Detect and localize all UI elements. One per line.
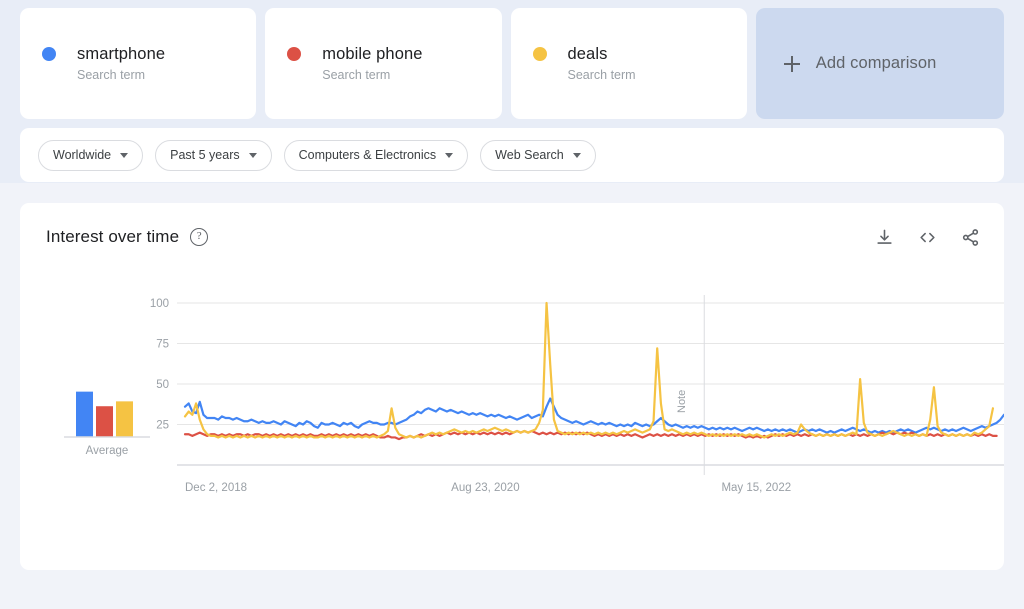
series-color-dot-smartphone [42,47,56,61]
filter-bar: Worldwide Past 5 years Computers & Elect… [20,128,1004,182]
series-color-dot-mobile-phone [287,47,302,61]
svg-text:May 15, 2022: May 15, 2022 [721,482,791,494]
search-term-card-0[interactable]: smartphone Search term [20,8,257,119]
content-area: Interest over time ? 25 50 75 100 Dec 2,… [0,183,1024,570]
filter-chip-location[interactable]: Worldwide [38,139,144,171]
search-term-header-1: mobile phone [287,44,479,64]
search-term-type-0: Search term [77,68,146,82]
search-term-header-2: deals [532,44,725,64]
filter-chip-searchtype[interactable]: Web Search [480,139,596,171]
svg-text:Aug 23, 2020: Aug 23, 2020 [451,482,519,494]
share-icon[interactable] [961,228,980,247]
search-term-label-0: smartphone [77,45,166,63]
filter-chip-timerange-label: Past 5 years [170,148,240,162]
chart-note-annotation: Note [676,389,688,413]
series-color-dot-deals [532,47,547,61]
search-term-card-1[interactable]: mobile phone Search term [265,8,502,119]
add-comparison-label: Add comparison [815,54,937,72]
filter-chip-category-label: Computers & Electronics [298,148,437,162]
search-term-type-1: Search term [322,68,391,82]
plot-area: 25 50 75 100 Dec 2, 2018 Aug 23, 2020 May 15, … [20,247,1004,537]
help-icon[interactable]: ? [190,228,209,246]
chevron-down-icon [572,152,581,158]
filter-chip-location-label: Worldwide [53,148,112,162]
search-term-label-1: mobile phone [322,45,423,63]
search-term-card-2[interactable]: deals Search term [510,8,747,119]
page-title: Interest over time [46,227,180,246]
embed-icon[interactable] [918,228,937,247]
chart-actions [875,228,980,247]
filter-chip-timerange[interactable]: Past 5 years [155,139,272,171]
search-term-type-2: Search term [567,68,636,82]
add-comparison-button[interactable]: Add comparison [755,8,1004,119]
chart-header: Interest over time ? [20,203,1004,247]
chevron-down-icon [445,152,454,158]
download-icon[interactable] [875,228,894,247]
svg-text:Dec 2, 2018: Dec 2, 2018 [185,482,247,494]
svg-text:75: 75 [156,339,169,351]
search-term-header-0: smartphone [42,44,234,64]
svg-text:100: 100 [150,298,169,310]
svg-text:50: 50 [156,379,169,391]
chevron-down-icon [120,152,129,158]
search-terms-row: smartphone Search term mobile phone Sear… [20,8,1004,119]
chart-title-group: Interest over time ? [46,227,209,247]
trends-line-chart[interactable]: 25 50 75 100 Dec 2, 2018 Aug 23, 2020 May 15, … [20,247,1004,537]
svg-text:Average: Average [86,445,129,457]
svg-text:25: 25 [156,420,169,432]
search-header: smartphone Search term mobile phone Sear… [0,0,1024,183]
plus-icon [783,55,800,72]
interest-over-time-card: Interest over time ? 25 50 75 100 Dec 2,… [20,203,1004,570]
search-term-label-2: deals [567,45,608,63]
filter-chip-category[interactable]: Computers & Electronics [283,139,469,171]
filter-chip-searchtype-label: Web Search [495,148,564,162]
chevron-down-icon [248,152,257,158]
